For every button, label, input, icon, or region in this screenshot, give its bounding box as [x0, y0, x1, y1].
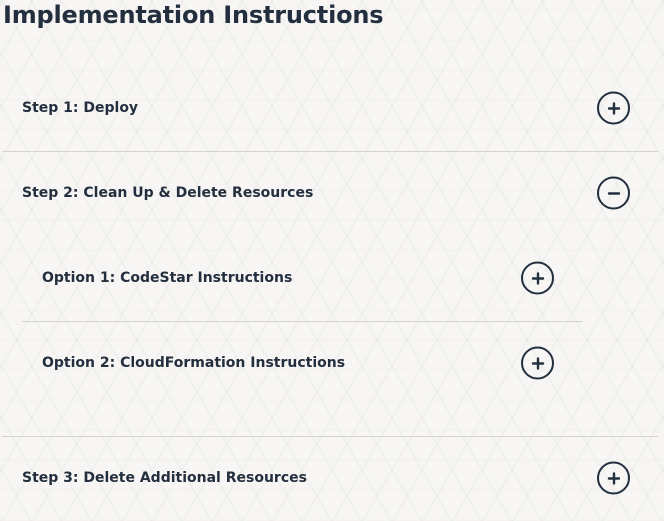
divider	[2, 151, 658, 152]
step-3-label: Step 3: Delete Additional Resources	[22, 470, 307, 486]
plus-icon	[531, 271, 544, 285]
page-title: Implementation Instructions	[3, 1, 384, 29]
option-2-expand-button[interactable]	[521, 346, 554, 380]
step-3-header[interactable]: Step 3: Delete Additional Resources	[0, 456, 631, 500]
divider	[2, 436, 658, 437]
option-1-header[interactable]: Option 1: CodeStar Instructions	[22, 256, 582, 300]
option-1-expand-button[interactable]	[521, 261, 554, 295]
step-2-header[interactable]: Step 2: Clean Up & Delete Resources	[0, 171, 631, 215]
option-2-header[interactable]: Option 2: CloudFormation Instructions	[22, 341, 582, 385]
option-divider	[22, 321, 582, 322]
step-2-label: Step 2: Clean Up & Delete Resources	[22, 185, 314, 201]
option-1-label: Option 1: CodeStar Instructions	[42, 270, 293, 286]
plus-icon	[531, 356, 544, 370]
step-1-header[interactable]: Step 1: Deploy	[0, 86, 631, 130]
step-3-expand-button[interactable]	[597, 461, 630, 495]
plus-icon	[607, 101, 620, 115]
option-2-label: Option 2: CloudFormation Instructions	[42, 355, 346, 371]
step-2-collapse-button[interactable]	[597, 176, 630, 210]
step-1-expand-button[interactable]	[597, 91, 630, 125]
minus-icon	[607, 191, 620, 195]
plus-icon	[607, 471, 620, 485]
step-1-label: Step 1: Deploy	[22, 100, 139, 116]
